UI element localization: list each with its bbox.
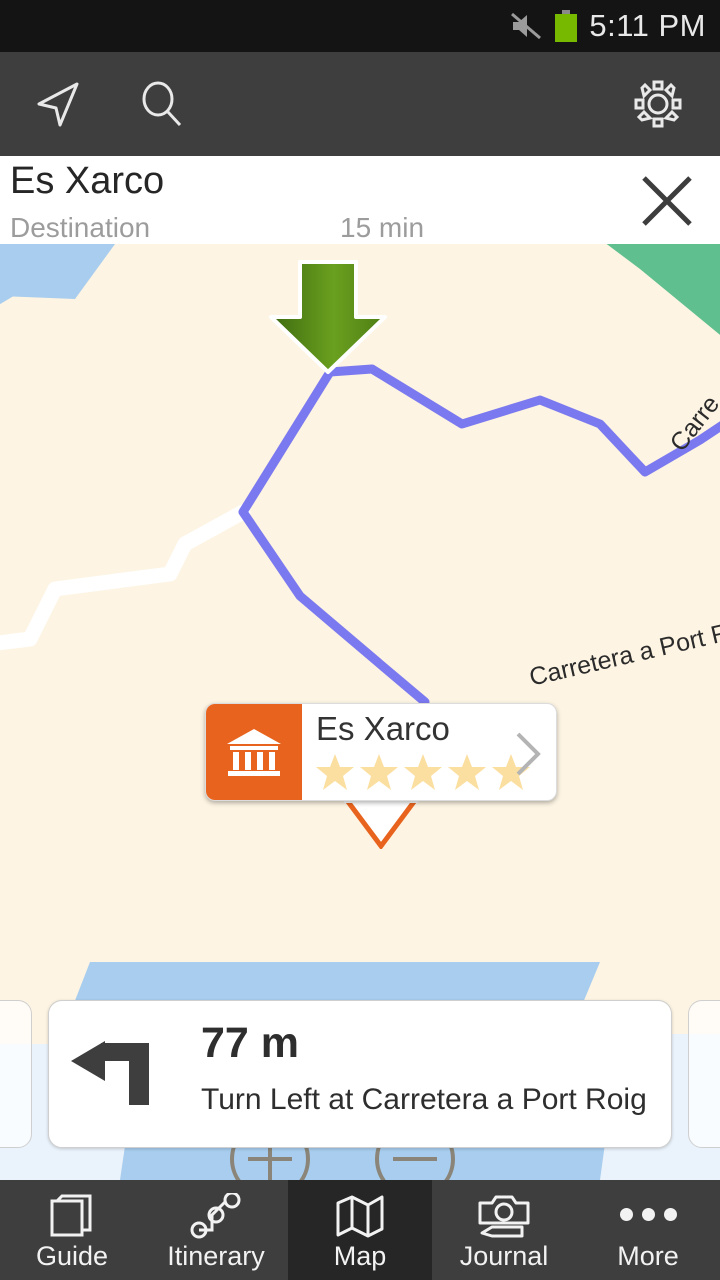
chevron-right-icon[interactable] [512,730,542,783]
rating-stars [314,752,532,792]
search-icon[interactable] [110,52,214,156]
status-time: 5:11 PM [589,8,706,43]
nav-item-itinerary[interactable]: Itinerary [144,1180,288,1280]
route-nodes-icon [190,1189,242,1239]
app-screen: 5:11 PM Es Xarco Destination 15 min Carr… [0,0,720,1280]
camera-pencil-icon [476,1189,532,1239]
destination-title: Es Xarco [10,160,165,202]
gear-icon[interactable] [606,52,710,156]
nav-label-map: Map [333,1241,387,1271]
nav-label-itinerary: Itinerary [167,1241,265,1271]
battery-icon [555,10,578,42]
book-icon [48,1189,96,1239]
mute-icon [509,11,543,41]
nav-label-more: More [617,1241,679,1271]
nav-item-journal[interactable]: Journal [432,1180,576,1280]
destination-header: Es Xarco Destination 15 min [0,156,720,244]
nav-label-guide: Guide [35,1241,109,1271]
nav-item-guide[interactable]: Guide [0,1180,144,1280]
next-turn-card[interactable] [688,1000,720,1148]
destination-subtitle: Destination [10,212,151,243]
current-turn-card[interactable]: 77 m Turn Left at Carretera a Port Roig [48,1000,672,1148]
destination-eta: 15 min [340,212,425,243]
callout-tail [341,796,421,851]
status-bar: 5:11 PM [0,0,720,52]
navigate-arrow-icon[interactable] [6,52,110,156]
nav-item-more[interactable]: More [576,1180,720,1280]
callout-title: Es Xarco [316,710,450,747]
turn-distance: 77 m [201,1019,300,1067]
previous-turn-card[interactable] [0,1000,32,1148]
nav-label-journal: Journal [459,1241,549,1271]
ellipsis-icon [619,1189,677,1239]
turn-instruction: Turn Left at Carretera a Port Roig [201,1083,647,1116]
top-toolbar [0,52,720,156]
close-icon[interactable] [636,170,698,232]
nav-item-map[interactable]: Map [288,1180,432,1280]
bottom-navigation: Guide Itinerary Map Journal More [0,1180,720,1280]
poi-callout[interactable]: Es Xarco [205,703,557,801]
turn-left-arrow-icon [67,1039,159,1111]
folded-map-icon [334,1189,386,1239]
turn-card-carousel[interactable]: 77 m Turn Left at Carretera a Port Roig [0,1000,720,1160]
museum-icon [206,704,302,800]
